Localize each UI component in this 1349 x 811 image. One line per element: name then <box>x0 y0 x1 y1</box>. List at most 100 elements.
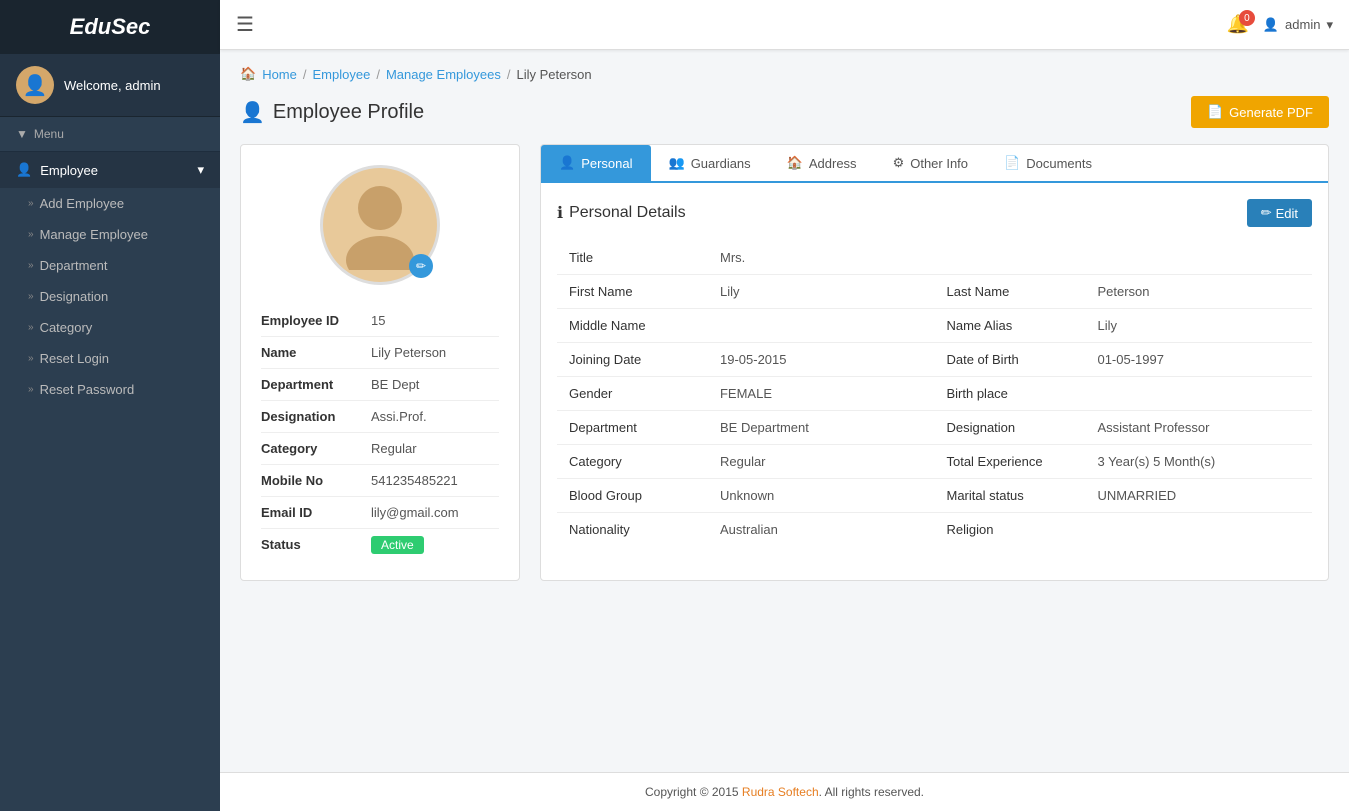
profile-info-row: NameLily Peterson <box>261 337 499 369</box>
breadcrumb-employee[interactable]: Employee <box>313 67 371 82</box>
content-area: 🏠 Home / Employee / Manage Employees / L… <box>220 50 1349 772</box>
tab-other-info[interactable]: ⚙ Other Info <box>875 145 986 183</box>
sidebar-menu-header: ▼ Menu <box>0 117 220 152</box>
sidebar-item[interactable]: »Add Employee <box>0 188 220 219</box>
detail-value2 <box>1085 513 1312 547</box>
footer-suffix: . All rights reserved. <box>819 785 924 799</box>
tab-content-personal: ℹ Personal Details ✏ Edit Title Mrs. Fir… <box>541 183 1328 562</box>
detail-value2 <box>1085 377 1312 411</box>
topbar: ☰ 🔔 0 👤 admin ▾ <box>220 0 1349 50</box>
chevron-icon: » <box>28 384 34 395</box>
detail-value: 19-05-2015 <box>708 343 935 377</box>
generate-pdf-button[interactable]: 📄 Generate PDF <box>1191 96 1329 128</box>
edit-button[interactable]: ✏ Edit <box>1247 199 1312 227</box>
admin-dropdown[interactable]: 👤 admin ▾ <box>1263 17 1333 33</box>
sidebar-item[interactable]: »Category <box>0 312 220 343</box>
notification-bell[interactable]: 🔔 0 <box>1226 14 1248 35</box>
profile-card: ✏ Employee ID15NameLily PetersonDepartme… <box>240 144 520 581</box>
table-row: Nationality Australian Religion <box>557 513 1312 547</box>
detail-value2 <box>1085 241 1312 275</box>
detail-value: FEMALE <box>708 377 935 411</box>
sidebar-item-label: Department <box>40 258 108 273</box>
sidebar-item[interactable]: » Reset Login <box>0 343 220 374</box>
sidebar-item[interactable]: »Designation <box>0 281 220 312</box>
detail-label: Joining Date <box>557 343 708 377</box>
detail-label2: Name Alias <box>934 309 1085 343</box>
edit-pencil-icon: ✏ <box>1261 205 1272 221</box>
sidebar-item[interactable]: » Department <box>0 250 220 281</box>
avatar: 👤 <box>16 66 54 104</box>
sidebar-user: 👤 Welcome, admin <box>0 54 220 117</box>
table-row: Joining Date 19-05-2015 Date of Birth 01… <box>557 343 1312 377</box>
notification-badge: 0 <box>1239 10 1255 26</box>
info-value: Assi.Prof. <box>371 409 427 424</box>
footer-brand-link[interactable]: Rudra Softech <box>742 785 819 799</box>
info-value: Lily Peterson <box>371 345 446 360</box>
detail-value: Australian <box>708 513 935 547</box>
tab-icon: 📄 <box>1004 155 1020 171</box>
sidebar-item-label: Add Employee <box>40 196 125 211</box>
detail-value: Mrs. <box>708 241 935 275</box>
sidebar-item-label: Reset Login <box>40 351 109 366</box>
section-title: ℹ Personal Details <box>557 203 686 223</box>
info-value: lily@gmail.com <box>371 505 459 520</box>
sidebar-username: Welcome, admin <box>64 78 161 93</box>
detail-label2: Date of Birth <box>934 343 1085 377</box>
detail-label2: Marital status <box>934 479 1085 513</box>
breadcrumb-manage-employees[interactable]: Manage Employees <box>386 67 501 82</box>
profile-info-row: DepartmentBE Dept <box>261 369 499 401</box>
info-label: Status <box>261 537 371 552</box>
tab-icon: 👤 <box>559 155 575 171</box>
info-label: Employee ID <box>261 313 371 328</box>
detail-label2: Total Experience <box>934 445 1085 479</box>
footer: Copyright © 2015 Rudra Softech. All righ… <box>220 772 1349 811</box>
page-title-text: Employee Profile <box>273 101 424 124</box>
detail-label2: Birth place <box>934 377 1085 411</box>
tab-icon: ⚙ <box>893 155 905 171</box>
sidebar-section-employee[interactable]: 👤 Employee ▾ <box>0 152 220 188</box>
tab-guardians[interactable]: 👥 Guardians <box>651 145 769 183</box>
profile-info-list: Employee ID15NameLily PetersonDepartment… <box>261 305 499 560</box>
tab-icon: 🏠 <box>787 155 803 171</box>
sidebar: EduSec 👤 Welcome, admin ▼ Menu 👤 Employe… <box>0 0 220 811</box>
hamburger-button[interactable]: ☰ <box>236 12 254 37</box>
chevron-icon: » <box>28 353 34 364</box>
detail-label: Title <box>557 241 708 275</box>
status-badge: Active <box>371 536 424 554</box>
tabs-header: 👤Personal 👥 Guardians 🏠Address ⚙ Other Info 📄 D… <box>541 145 1328 183</box>
home-icon: 🏠 <box>240 66 256 82</box>
breadcrumb-home[interactable]: Home <box>262 67 297 82</box>
tab-documents[interactable]: 📄 Documents <box>986 145 1110 183</box>
tab-label: Other Info <box>910 156 968 171</box>
tab-address[interactable]: 🏠Address <box>769 145 875 183</box>
table-row: Department BE Department Designation Ass… <box>557 411 1312 445</box>
tab-label: Guardians <box>691 156 751 171</box>
topbar-right: 🔔 0 👤 admin ▾ <box>1226 14 1333 35</box>
detail-label2: Last Name <box>934 275 1085 309</box>
detail-label2: Religion <box>934 513 1085 547</box>
info-label: Mobile No <box>261 473 371 488</box>
detail-value2: Assistant Professor <box>1085 411 1312 445</box>
chevron-icon: » <box>28 229 34 240</box>
avatar-edit-button[interactable]: ✏ <box>409 254 433 278</box>
chevron-icon: ▾ <box>197 162 204 178</box>
detail-value2: 3 Year(s) 5 Month(s) <box>1085 445 1312 479</box>
chevron-icon: » <box>28 260 34 271</box>
sidebar-item-label: Manage Employee <box>40 227 148 242</box>
tab-icon: 👥 <box>669 155 685 171</box>
detail-value2: 01-05-1997 <box>1085 343 1312 377</box>
detail-value2: Peterson <box>1085 275 1312 309</box>
sidebar-item[interactable]: »Reset Password <box>0 374 220 405</box>
detail-value: Lily <box>708 275 935 309</box>
menu-icon: ▼ <box>16 127 28 141</box>
user-icon: 👤 <box>16 162 32 178</box>
tab-label: Documents <box>1026 156 1092 171</box>
footer-text: Copyright © 2015 <box>645 785 742 799</box>
table-row: Title Mrs. <box>557 241 1312 275</box>
detail-label2 <box>934 241 1085 275</box>
info-value: Active <box>371 537 424 552</box>
sidebar-item[interactable]: » Manage Employee <box>0 219 220 250</box>
tab-personal[interactable]: 👤Personal <box>541 145 651 183</box>
table-row: Category Regular Total Experience 3 Year… <box>557 445 1312 479</box>
sidebar-item-label: Category <box>40 320 93 335</box>
